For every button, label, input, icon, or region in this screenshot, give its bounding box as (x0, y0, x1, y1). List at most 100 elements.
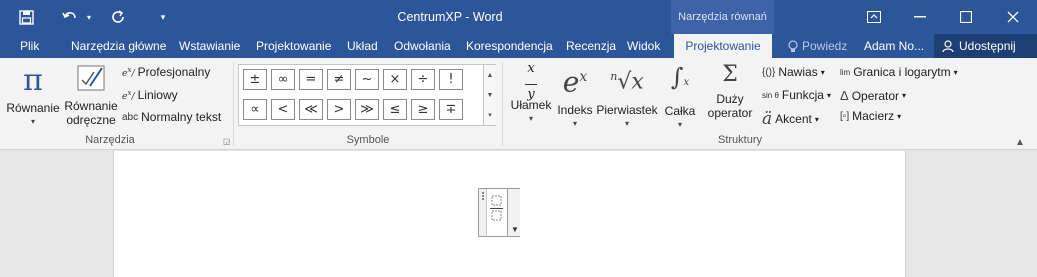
script-label: Indeks (557, 103, 593, 118)
accent-icon: ä (762, 109, 773, 129)
equation-move-handle[interactable] (479, 189, 487, 236)
share-button[interactable]: Udostępnij (934, 34, 1037, 58)
integral-label: Całka (664, 104, 696, 118)
tab-mailings[interactable]: Korespondencja (466, 34, 553, 58)
equation-placeholder[interactable]: ▼ (478, 188, 520, 237)
radical-icon: n√x (610, 69, 644, 95)
chevron-down-icon: ▾ (902, 91, 907, 100)
ink-equation-label-1: Równanie (64, 99, 118, 113)
large-operator-button[interactable]: Σ Duży operator (702, 60, 758, 120)
symbol-greater-equal[interactable]: ≥ (411, 99, 435, 120)
chevron-down-icon: ▾ (528, 114, 533, 123)
symbol-less-equal[interactable]: ≤ (383, 99, 407, 120)
minimize-icon[interactable] (897, 0, 943, 34)
tab-layout[interactable]: Układ (347, 34, 378, 58)
tab-design[interactable]: Projektowanie (256, 34, 331, 58)
chevron-down-icon: ▾ (814, 114, 819, 124)
close-icon[interactable] (990, 0, 1036, 34)
linear-label: Liniowy (137, 88, 178, 102)
gallery-scroll-up-icon[interactable]: ▲ (483, 65, 496, 85)
professional-label: Profesjonalny (137, 65, 211, 79)
lightbulb-icon (788, 39, 798, 52)
tab-view[interactable]: Widok (627, 34, 660, 58)
tab-file[interactable]: Plik (20, 34, 39, 58)
normal-text-icon: abc (122, 111, 139, 123)
bracket-icon: {()} (762, 66, 776, 78)
sum-icon: Σ (722, 62, 738, 87)
bracket-button[interactable]: {()} Nawias ▾ (762, 65, 825, 79)
chevron-down-icon: ▾ (820, 67, 825, 77)
bracket-label: Nawias (778, 65, 818, 79)
symbol-plus-minus[interactable]: ± (243, 69, 267, 90)
limit-log-label: Granica i logarytm (853, 65, 951, 79)
tab-equation-design[interactable]: Projektowanie (674, 34, 772, 58)
symbol-equals[interactable]: = (299, 69, 323, 90)
symbol-greater-than[interactable]: > (327, 99, 351, 120)
ink-equation-label-2: odręczne (66, 113, 116, 127)
symbol-tilde[interactable]: ~ (355, 69, 379, 90)
ink-equation-icon (76, 64, 106, 92)
symbol-minus-plus[interactable]: ∓ (439, 99, 463, 120)
group-label-symbols: Symbole (346, 134, 390, 146)
function-button[interactable]: sin θ Funkcja ▾ (762, 88, 831, 102)
integral-button[interactable]: ∫x Całka ▾ (660, 60, 700, 132)
normal-text-button[interactable]: abc Normalny tekst (122, 110, 221, 124)
professional-icon: ex/ (122, 65, 135, 79)
group-label-structures: Struktury (717, 134, 762, 146)
tell-me-box[interactable]: Powiedz (788, 34, 847, 58)
function-icon: sin θ (762, 90, 779, 100)
group-separator (502, 62, 503, 146)
script-icon: ex (562, 65, 588, 99)
dialog-launcher-icon[interactable]: ◲ (223, 137, 231, 146)
equation-options-dropdown[interactable]: ▼ (507, 189, 520, 236)
gallery-scroll-down-icon[interactable]: ▼ (483, 85, 496, 105)
symbol-much-less[interactable]: ≪ (299, 99, 323, 120)
linear-icon: ex/ (122, 88, 135, 102)
limit-log-button[interactable]: lim Granica i logarytm ▾ (840, 65, 958, 79)
tab-home[interactable]: Narzędzia główne (71, 34, 166, 58)
maximize-icon[interactable] (943, 0, 989, 34)
accent-label: Akcent (775, 112, 812, 126)
script-button[interactable]: ex Indeks ▾ (555, 60, 595, 131)
fraction-placeholder-icon (490, 195, 504, 223)
ink-equation-button[interactable]: Równanie odręczne (63, 64, 119, 127)
chevron-down-icon: ▾ (826, 90, 831, 100)
symbol-divide[interactable]: ÷ (411, 69, 435, 90)
function-label: Funkcja (781, 88, 824, 102)
group-separator (233, 62, 234, 146)
fraction-icon: xy (507, 60, 555, 101)
ribbon-display-icon[interactable] (851, 0, 897, 34)
symbol-less-than[interactable]: < (271, 99, 295, 120)
symbol-factorial[interactable]: ! (439, 69, 463, 90)
ribbon-tabs: Plik Narzędzia główne Wstawianie Projekt… (0, 34, 1037, 58)
tab-review[interactable]: Recenzja (566, 34, 616, 58)
user-account[interactable]: Adam No... (864, 34, 924, 58)
symbol-not-equal[interactable]: ≠ (327, 69, 351, 90)
accent-button[interactable]: ä Akcent ▾ (762, 109, 819, 129)
professional-format-button[interactable]: ex/ Profesjonalny (122, 65, 210, 79)
radical-label: Pierwiastek (596, 103, 658, 118)
symbol-infinity[interactable]: ∞ (271, 69, 295, 90)
chevron-down-icon: ▾ (677, 120, 682, 129)
equation-button[interactable]: π Równanie ▾ (6, 64, 60, 129)
matrix-button[interactable]: [▫] Macierz ▾ (840, 109, 901, 123)
symbol-times[interactable]: × (383, 69, 407, 90)
collapse-ribbon-icon[interactable]: ▲ (1015, 137, 1025, 148)
radical-button[interactable]: n√x Pierwiastek ▾ (596, 60, 658, 131)
normal-text-label: Normalny tekst (141, 110, 222, 124)
operator-button[interactable]: Δ Operator ▾ (840, 88, 906, 103)
tab-references[interactable]: Odwołania (394, 34, 451, 58)
tell-me-label: Powiedz (802, 39, 848, 53)
symbol-proportional[interactable]: ∝ (243, 99, 267, 120)
title-bar: ▾ ▾ CentrumXP - Word Narzędzia równań (0, 0, 1037, 34)
chevron-down-icon: ▾ (624, 119, 629, 129)
gallery-expand-icon[interactable]: ▾ (483, 105, 496, 125)
fraction-button[interactable]: xy Ułamek ▾ (507, 60, 555, 126)
matrix-label: Macierz (852, 109, 895, 123)
ribbon: π Równanie ▾ Równanie odręczne ex/ Profe… (0, 58, 1037, 150)
linear-format-button[interactable]: ex/ Liniowy (122, 88, 178, 102)
large-operator-label-2: operator (707, 106, 753, 120)
context-tab-group-label: Narzędzia równań (671, 0, 774, 34)
tab-insert[interactable]: Wstawianie (179, 34, 240, 58)
symbol-much-greater[interactable]: ≫ (355, 99, 379, 120)
